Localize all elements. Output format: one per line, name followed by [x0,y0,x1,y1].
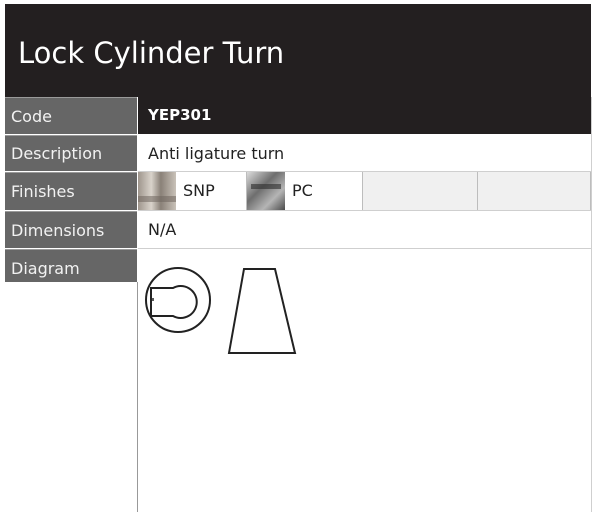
description-label: Description [5,135,137,171]
finish-empty-1 [363,172,478,210]
finish-snp: SNP [138,172,247,210]
code-label: Code [5,97,137,134]
code-value: YEP301 [138,97,591,134]
finish-snp-label: SNP [183,181,215,200]
dimensions-label: Dimensions [5,211,137,248]
right-border [591,97,592,512]
polished-chrome-swatch-icon [247,172,285,210]
title-bar: Lock Cylinder Turn [5,4,591,97]
finishes-label: Finishes [5,172,137,210]
finish-pc-label: PC [292,181,313,200]
page-title: Lock Cylinder Turn [18,36,285,70]
turn-diagram [145,267,297,354]
label-column-fill [5,282,138,512]
description-value: Anti ligature turn [138,135,591,172]
finish-pc: PC [247,172,363,210]
finish-empty-2 [478,172,591,210]
turn-front-view-icon [145,267,211,333]
product-sheet: Lock Cylinder Turn Code YEP301 Descripti… [0,0,598,512]
dimensions-value: N/A [138,211,591,249]
turn-side-view-icon [227,268,297,354]
satin-nickel-swatch-icon [138,172,176,210]
diagram-label: Diagram [5,249,137,282]
